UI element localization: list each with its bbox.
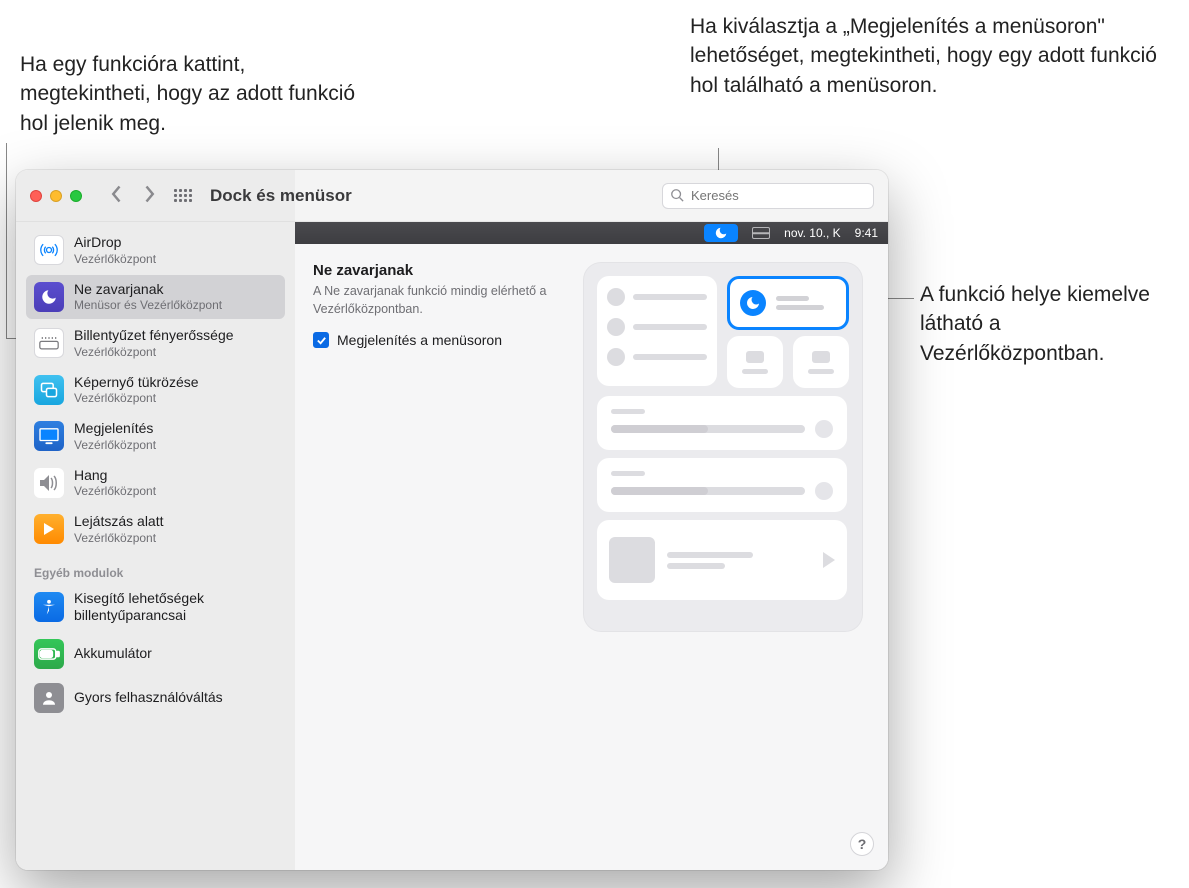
sidebar[interactable]: AirDrop Vezérlőközpont Ne zavarjanak Men… — [16, 222, 295, 870]
search-input[interactable] — [662, 183, 874, 209]
callout-text: Ha egy funkcióra kattint, megtekintheti,… — [20, 50, 360, 138]
preview-slider-tile — [597, 458, 847, 512]
forward-button[interactable] — [142, 184, 156, 207]
accessibility-icon — [34, 592, 64, 622]
sidebar-item-keyboard-brightness[interactable]: Billentyűzet fényerőssége Vezérlőközpont — [26, 321, 285, 366]
sidebar-item-accessibility-shortcuts[interactable]: Kisegítő lehetőségek billentyűparancsai — [26, 584, 285, 631]
minimize-button[interactable] — [50, 190, 62, 202]
moon-icon — [740, 290, 766, 316]
menubar-time: 9:41 — [855, 226, 878, 240]
callout-text: Ha kiválasztja a „Megjelenítés a menüsor… — [690, 12, 1160, 100]
sidebar-item-sublabel: Vezérlőközpont — [74, 391, 199, 406]
settings-column: Ne zavarjanak A Ne zavarjanak funkció mi… — [313, 262, 563, 852]
sidebar-item-sublabel: Vezérlőközpont — [74, 252, 156, 267]
sidebar-item-now-playing[interactable]: Lejátszás alatt Vezérlőközpont — [26, 507, 285, 552]
sidebar-item-sublabel: Vezérlőközpont — [74, 345, 234, 360]
preview-dnd-highlight-tile — [727, 276, 849, 330]
sidebar-item-sublabel: Vezérlőközpont — [74, 438, 156, 453]
sidebar-item-label: Kisegítő lehetőségek billentyűparancsai — [74, 590, 277, 625]
search-field-wrap — [662, 183, 874, 209]
preview-toggle-list-tile — [597, 276, 717, 386]
menubar-date: nov. 10., K — [784, 226, 840, 240]
window-title: Dock és menüsor — [210, 186, 352, 206]
sidebar-item-airdrop[interactable]: AirDrop Vezérlőközpont — [26, 228, 285, 273]
preview-column — [583, 262, 870, 852]
sidebar-item-label: Ne zavarjanak — [74, 281, 222, 299]
dnd-icon — [34, 282, 64, 312]
preview-small-tile — [793, 336, 849, 388]
sidebar-item-fast-user-switching[interactable]: Gyors felhasználóváltás — [26, 677, 285, 719]
callout-line — [6, 143, 7, 338]
control-center-preview — [583, 262, 863, 632]
keyboard-brightness-icon — [34, 328, 64, 358]
sidebar-item-label: Lejátszás alatt — [74, 513, 164, 531]
callout-text: A funkció helye kiemelve látható a Vezér… — [920, 280, 1180, 368]
preview-menubar: nov. 10., K 9:41 — [295, 222, 888, 244]
close-button[interactable] — [30, 190, 42, 202]
play-icon — [823, 552, 835, 568]
sound-icon — [34, 468, 64, 498]
sidebar-item-label: Gyors felhasználóváltás — [74, 689, 223, 707]
sidebar-item-label: Akkumulátor — [74, 645, 152, 663]
back-button[interactable] — [110, 184, 124, 207]
checkbox-checked-icon — [313, 332, 329, 348]
sidebar-item-dnd[interactable]: Ne zavarjanak Menüsor és Vezérlőközpont — [26, 275, 285, 320]
preferences-window: Dock és menüsor AirDrop Vezérlőközpont — [16, 170, 888, 870]
display-icon — [34, 421, 64, 451]
sidebar-item-sublabel: Vezérlőközpont — [74, 484, 156, 499]
toolbar-nav — [110, 184, 192, 207]
battery-icon — [34, 639, 64, 669]
sidebar-item-label: Megjelenítés — [74, 420, 156, 438]
search-icon — [670, 188, 684, 202]
sidebar-item-label: Képernyő tükrözése — [74, 374, 199, 392]
control-center-icon — [752, 227, 770, 239]
zoom-button[interactable] — [70, 190, 82, 202]
preview-slider-tile — [597, 396, 847, 450]
sidebar-item-battery[interactable]: Akkumulátor — [26, 633, 285, 675]
panel-title: Ne zavarjanak — [313, 262, 563, 279]
help-button[interactable]: ? — [850, 832, 874, 856]
titlebar: Dock és menüsor — [16, 170, 888, 222]
window-controls — [30, 190, 82, 202]
sidebar-item-screen-mirroring[interactable]: Képernyő tükrözése Vezérlőközpont — [26, 368, 285, 413]
sidebar-item-sound[interactable]: Hang Vezérlőközpont — [26, 461, 285, 506]
show-in-menubar-checkbox-row[interactable]: Megjelenítés a menüsoron — [313, 332, 563, 348]
screen-mirroring-icon — [34, 375, 64, 405]
preview-small-tile — [727, 336, 783, 388]
sidebar-item-label: AirDrop — [74, 234, 156, 252]
panel-description: A Ne zavarjanak funkció mindig elérhető … — [313, 283, 563, 318]
user-icon — [34, 683, 64, 713]
menubar-dnd-highlight — [704, 224, 738, 242]
sidebar-item-label: Billentyűzet fényerőssége — [74, 327, 234, 345]
sidebar-item-sublabel: Menüsor és Vezérlőközpont — [74, 298, 222, 313]
sidebar-item-sublabel: Vezérlőközpont — [74, 531, 164, 546]
content-pane: nov. 10., K 9:41 Ne zavarjanak A Ne zava… — [295, 222, 888, 870]
now-playing-icon — [34, 514, 64, 544]
checkbox-label: Megjelenítés a menüsoron — [337, 332, 502, 348]
airdrop-icon — [34, 235, 64, 265]
sidebar-item-label: Hang — [74, 467, 156, 485]
sidebar-item-display[interactable]: Megjelenítés Vezérlőközpont — [26, 414, 285, 459]
preview-media-tile — [597, 520, 847, 600]
show-all-button[interactable] — [174, 189, 192, 202]
sidebar-section-header: Egyéb modulok — [26, 554, 285, 584]
